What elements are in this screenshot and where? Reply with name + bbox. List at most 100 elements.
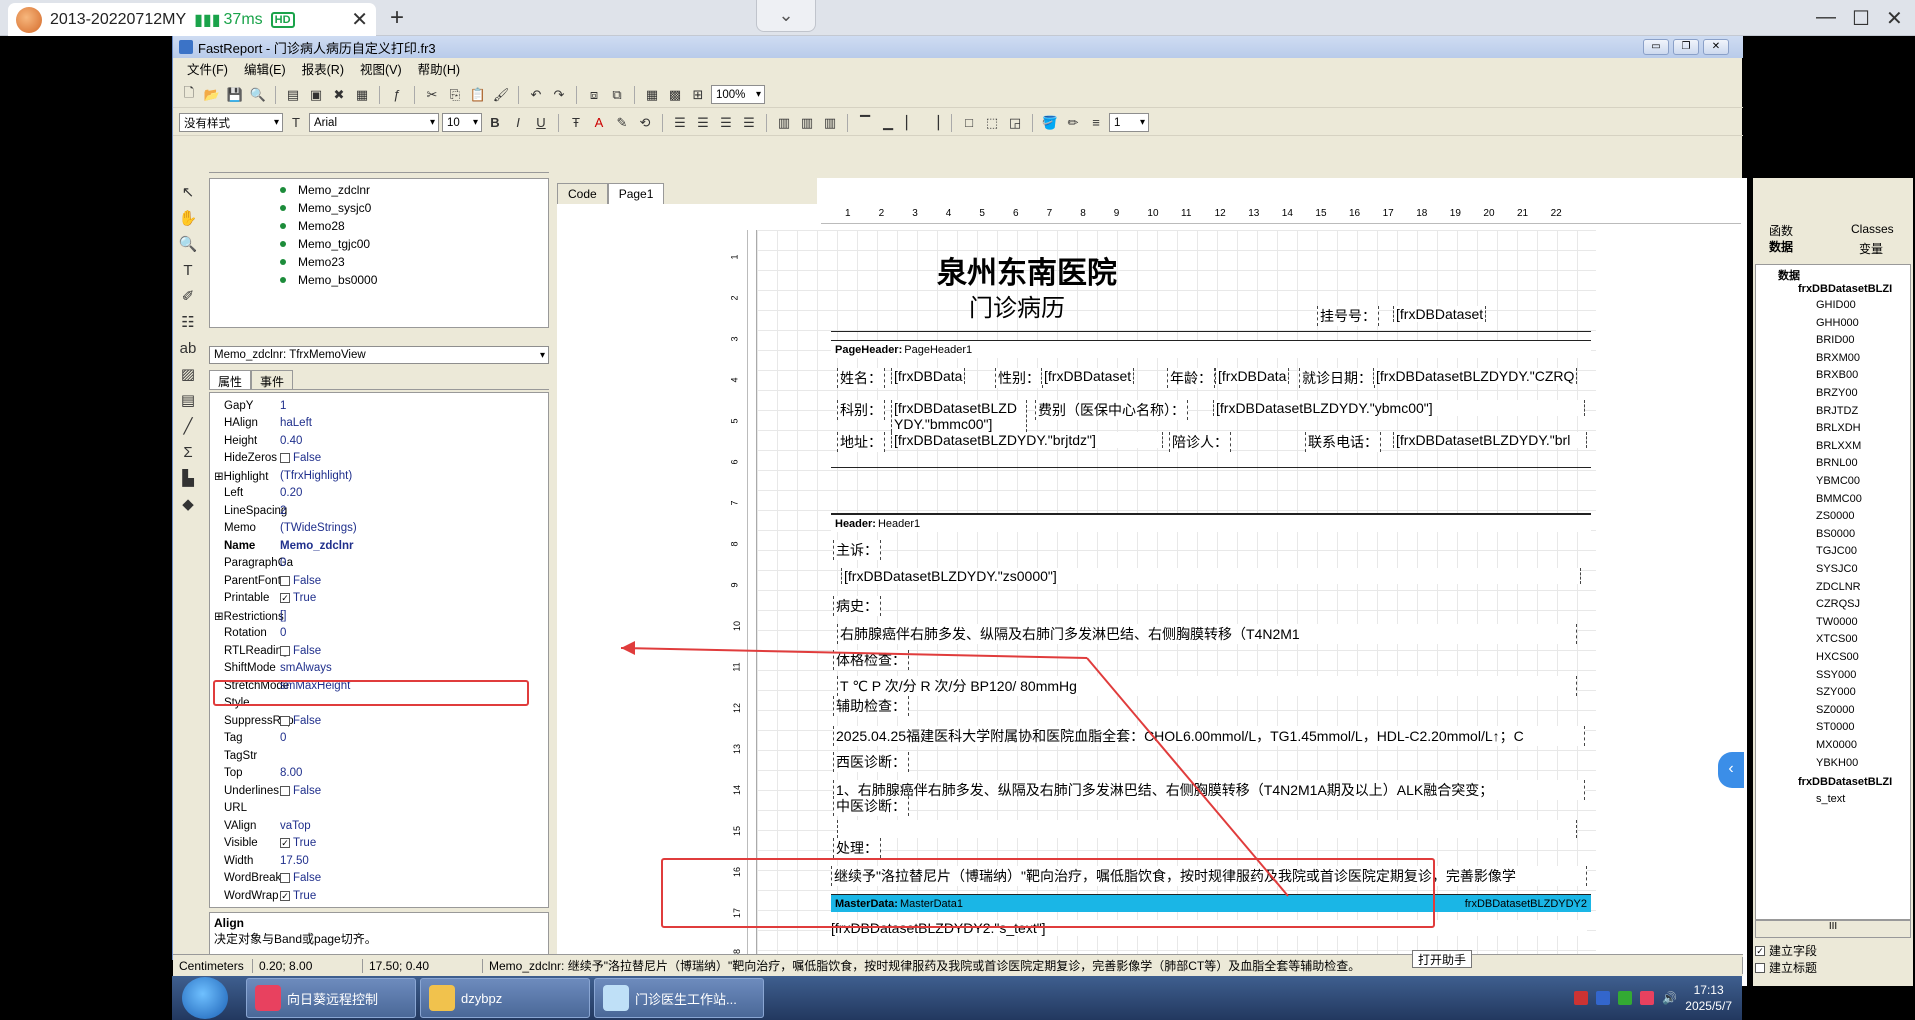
property-value[interactable]: False [280,575,321,587]
tray-app-icon[interactable] [1574,991,1589,1005]
property-row[interactable]: ParentFont False [210,572,530,589]
ph-name-value[interactable]: [frxDBData [891,368,966,384]
report-subtitle[interactable]: 门诊病历 [969,288,1065,323]
field-node[interactable]: BS0000 [1816,528,1855,540]
tab-events[interactable]: 事件 [251,370,294,389]
field-node[interactable]: YBKH00 [1816,757,1858,769]
group-icon[interactable]: ⧈ [584,85,604,105]
line-object-icon[interactable]: ╱ [178,416,198,436]
undo-icon[interactable]: ↶ [526,85,546,105]
minimize-icon[interactable]: — [1816,6,1836,29]
font-select[interactable]: Arial [309,113,439,132]
field-node[interactable]: BRXM00 [1816,352,1860,364]
ph-date-label[interactable]: 就诊日期： [1299,368,1375,388]
complaint-label[interactable]: 主诉： [833,540,881,560]
property-checkbox[interactable] [280,645,290,656]
treatment-label[interactable]: 处理： [833,838,881,858]
tab-close-icon[interactable]: ✕ [351,7,368,32]
property-row[interactable]: Width 17.50 [210,852,530,869]
new-dialog-icon[interactable]: ▣ [306,85,326,105]
property-row[interactable]: Top 8.00 [210,765,530,782]
show-grid-icon[interactable]: ▦ [642,85,662,105]
property-checkbox[interactable] [280,453,290,463]
preview-icon[interactable]: 🔍 [248,85,268,105]
field-node[interactable]: BRLXDH [1816,422,1861,434]
ph-sex-label[interactable]: 性别： [995,368,1043,388]
new-tab-icon[interactable]: + [390,4,404,32]
highlight-icon[interactable]: ✎ [612,113,632,133]
frame-right-icon[interactable]: ▕ [924,113,944,133]
property-value[interactable]: 0 [280,732,286,744]
zoom-tool-icon[interactable]: 🔍 [178,234,198,254]
property-row[interactable]: Visible ✓ True [210,835,530,852]
new-icon[interactable]: 🗋 [179,85,199,105]
variables-icon[interactable]: ƒ [387,85,407,105]
tab-page1[interactable]: Page1 [607,183,665,204]
start-button[interactable] [182,977,228,1019]
property-value[interactable]: False [280,872,321,884]
field-node[interactable]: SYSJC0 [1816,563,1858,575]
western-dx-value[interactable]: 1、右肺腺癌伴右肺多发、纵隔及右肺门多发淋巴结、右侧胸膜转移（T4N2M1A期及… [833,780,1585,800]
history-value[interactable]: 右肺腺癌伴右肺多发、纵隔及右肺门多发淋巴结、右侧胸膜转移（T4N2M1 [837,624,1577,644]
frame-style-icon[interactable]: ≡ [1086,113,1106,133]
property-row[interactable]: Tag 0 [210,730,530,747]
property-row[interactable]: WordWrap ✓ True [210,887,530,904]
create-field-checkbox[interactable]: ✓ [1755,945,1765,956]
property-row[interactable]: VAlign vaTop [210,817,530,834]
property-row[interactable]: HAlign haLeft [210,415,530,432]
property-checkbox[interactable] [280,873,290,883]
delete-page-icon[interactable]: ✖ [329,85,349,105]
property-value[interactable]: vaTop [280,820,311,832]
task-dzybpz[interactable]: dzybpz [420,978,590,1018]
aux-exam-value[interactable]: 2025.04.25福建医科大学附属协和医院血脂全套：CHOL6.00mmol/… [833,726,1585,746]
property-value[interactable]: 0.40 [280,435,302,447]
dataset-node[interactable]: frxDBDatasetBLZI [1798,776,1892,788]
tcm-dx-value[interactable] [837,820,1577,838]
tree-item[interactable]: Memo23 [280,255,345,269]
sum-object-icon[interactable]: Σ [178,442,198,462]
subreport-object-icon[interactable]: ▤ [178,390,198,410]
frame-top-icon[interactable]: ▔ [855,113,875,133]
format-painter-icon[interactable]: 🖌 [491,85,511,105]
field-node[interactable]: BMMC00 [1816,493,1862,505]
copy-icon[interactable]: ⎘ [445,85,465,105]
reg-label[interactable]: 挂号号： [1317,306,1379,326]
property-value[interactable]: smAlways [280,662,332,674]
zoom-select[interactable]: 100% [711,85,765,104]
master-dataset-label[interactable]: frxDBDatasetBLZDYDY2 [1465,898,1591,910]
exam-value[interactable]: T ℃ P 次/分 R 次/分 BP120/ 80mmHg [837,676,1577,696]
underline-icon[interactable]: U [531,113,551,133]
tray-sunlogin-icon[interactable] [1640,991,1655,1005]
field-node[interactable]: BRLXXM [1816,440,1861,452]
remote-session-tab[interactable]: 2013-20220712MY ▮▮▮ 37ms HD ✕ [8,3,376,36]
field-node[interactable]: TW0000 [1816,616,1858,628]
hospital-name[interactable]: 泉州东南医院 [937,248,1117,292]
fit-grid-icon[interactable]: ⊞ [688,85,708,105]
property-row[interactable]: Underlines False [210,782,530,799]
tab-classes[interactable]: Classes [1851,222,1894,236]
align-bottom-icon[interactable]: ▥ [820,113,840,133]
frame-color-icon[interactable]: ✏ [1063,113,1083,133]
task-outpatient[interactable]: 门诊医生工作站... [594,978,764,1018]
header-band[interactable]: Header: Header1 [831,514,1591,532]
helper-tooltip[interactable]: 打开助手 [1412,950,1472,968]
property-row[interactable]: Height 0.40 [210,432,530,449]
property-row[interactable]: Printable ✓ True [210,590,530,607]
open-icon[interactable]: 📂 [202,85,222,105]
tree-item[interactable]: Memo_tgjc00 [280,237,370,251]
frame-all-icon[interactable]: □ [959,113,979,133]
side-panel-toggle-icon[interactable]: ‹ [1718,752,1744,788]
property-row[interactable]: Memo (TWideStrings) [210,520,530,537]
field-node[interactable]: GHH000 [1816,317,1859,329]
save-icon[interactable]: 💾 [225,85,245,105]
property-row[interactable]: LineSpacing 2 [210,502,530,519]
align-middle-icon[interactable]: ▥ [797,113,817,133]
menu-file[interactable]: 文件(F) [179,59,236,78]
font-color-icon[interactable]: A [589,113,609,133]
property-value[interactable]: Memo_zdclnr [280,540,354,552]
western-dx-label[interactable]: 西医诊断： [833,752,909,772]
ph-name-label[interactable]: 姓名： [837,368,885,388]
ungroup-icon[interactable]: ⧉ [607,85,627,105]
history-label[interactable]: 病史： [833,596,881,616]
property-row[interactable]: Rotation 0 [210,625,530,642]
